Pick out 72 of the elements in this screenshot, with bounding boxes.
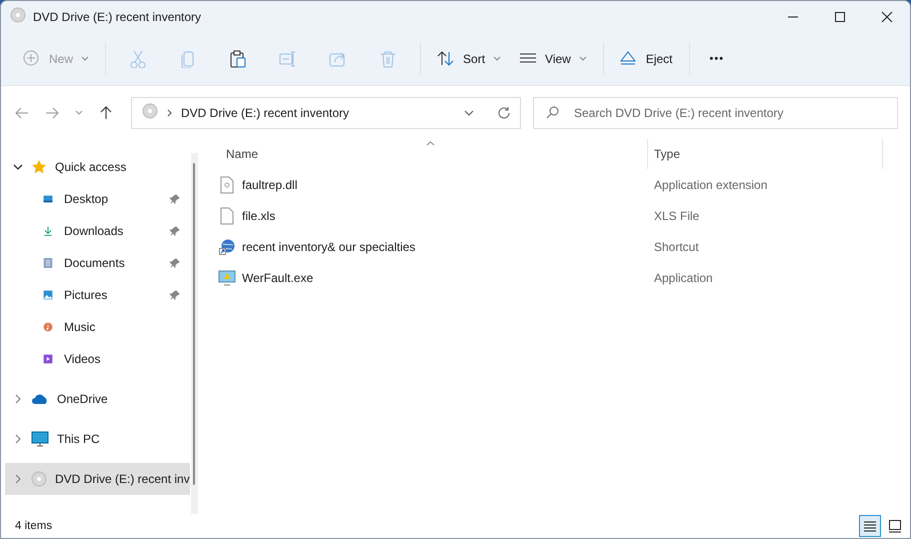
arrow-up-icon xyxy=(100,106,112,120)
file-type: Application extension xyxy=(653,178,768,192)
file-name: file.xls xyxy=(242,208,276,222)
document-icon xyxy=(43,255,53,271)
scissors-icon xyxy=(129,50,148,68)
maximize-icon xyxy=(834,10,846,22)
file-type: Application xyxy=(653,270,713,284)
search-field[interactable]: Search DVD Drive (E:) recent inventory xyxy=(533,96,898,128)
details-view-button[interactable] xyxy=(859,515,881,537)
eject-icon xyxy=(620,50,638,68)
chevron-down-icon xyxy=(81,56,90,61)
sidebar-item[interactable]: Quick access xyxy=(5,151,190,183)
item-count: 4 items xyxy=(15,520,54,532)
share-icon xyxy=(329,50,348,68)
search-icon xyxy=(546,106,559,118)
plus-circle-icon xyxy=(23,50,41,68)
sidebar-item[interactable]: Documents xyxy=(5,247,190,279)
file-icon xyxy=(218,206,236,224)
sidebar-item[interactable]: DVD Drive (E:) recent inv xyxy=(5,463,190,495)
column-header[interactable]: Type xyxy=(648,139,883,169)
disc-icon xyxy=(142,103,158,119)
file-gear-icon xyxy=(218,176,236,194)
toolbar-button[interactable]: Eject xyxy=(612,42,681,76)
monitor-warning-icon xyxy=(218,270,236,286)
scrollbar[interactable] xyxy=(190,153,198,514)
close-icon xyxy=(880,10,892,22)
chevron-right-icon[interactable] xyxy=(13,434,23,444)
globe-shortcut-icon xyxy=(218,238,236,254)
refresh-icon[interactable] xyxy=(497,106,510,119)
breadcrumb-chevron-icon xyxy=(167,108,172,116)
file-row[interactable]: WerFault.exe Application xyxy=(211,262,910,293)
more-button[interactable]: ••• xyxy=(698,42,736,76)
file-name: faultrep.dll xyxy=(242,178,298,192)
rename-icon xyxy=(279,50,298,68)
chevron-down-icon xyxy=(493,56,502,61)
arrow-left-icon xyxy=(15,106,29,118)
address-path: DVD Drive (E:) recent inventory xyxy=(181,106,350,120)
toolbar-button[interactable]: View xyxy=(511,42,595,76)
cloud-icon xyxy=(31,393,49,405)
clipboard-icon xyxy=(229,50,248,68)
file-type: XLS File xyxy=(653,208,700,222)
sidebar-item[interactable]: Downloads xyxy=(5,215,190,247)
monitor-icon xyxy=(31,431,49,447)
file-row[interactable]: faultrep.dll Application extension xyxy=(211,169,910,200)
sidebar-item[interactable]: Pictures xyxy=(5,279,190,311)
chevron-down-icon xyxy=(75,110,83,115)
file-name: recent inventory& our specialties xyxy=(242,240,416,254)
file-row[interactable]: recent inventory& our specialties Shortcut xyxy=(211,231,910,262)
chevron-right-icon[interactable] xyxy=(13,474,23,484)
chevron-right-icon[interactable] xyxy=(13,394,23,404)
sidebar-item[interactable]: Music xyxy=(5,311,190,343)
tile-view-icon xyxy=(887,518,903,534)
trash-icon xyxy=(379,50,398,68)
sidebar-item[interactable]: OneDrive xyxy=(5,383,190,415)
column-header[interactable]: Name xyxy=(211,139,648,169)
disc-icon xyxy=(10,7,26,23)
address-bar[interactable]: DVD Drive (E:) recent inventory xyxy=(131,96,521,128)
disc-icon xyxy=(31,471,47,487)
file-name: WerFault.exe xyxy=(242,270,314,284)
file-type: Shortcut xyxy=(653,240,699,254)
sidebar-item[interactable]: Desktop xyxy=(5,183,190,215)
file-row[interactable]: file.xls XLS File xyxy=(211,200,910,231)
sidebar-item[interactable]: This PC xyxy=(5,423,190,455)
chevron-down-icon[interactable] xyxy=(464,110,474,116)
window-title: DVD Drive (E:) recent inventory xyxy=(33,10,202,24)
star-icon xyxy=(31,159,47,175)
sort-arrows-icon xyxy=(437,50,456,68)
arrow-right-icon xyxy=(45,106,59,118)
sidebar-item[interactable]: Videos xyxy=(5,343,190,375)
chevron-down-icon[interactable] xyxy=(13,164,23,170)
chevron-down-icon xyxy=(578,56,587,61)
toolbar-button[interactable]: Sort xyxy=(429,42,510,76)
